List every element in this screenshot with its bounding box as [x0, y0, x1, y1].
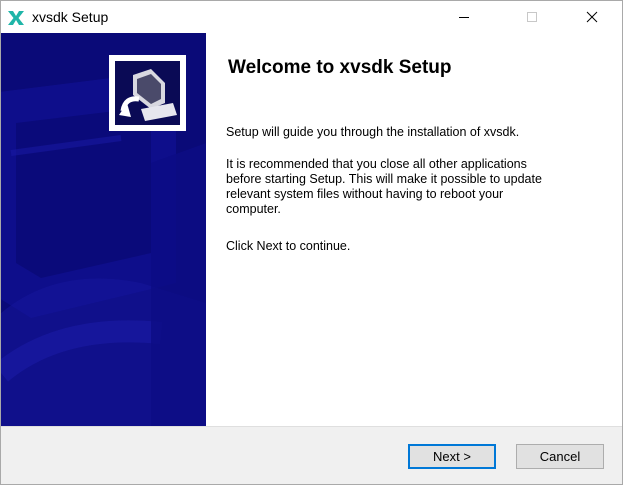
minimize-icon — [459, 17, 469, 18]
setup-window: xvsdk Setup Welcome to xvsdk Setup Setup… — [0, 0, 623, 485]
recommendation-text: It is recommended that you close all oth… — [226, 157, 542, 216]
continue-instruction: Click Next to continue. — [226, 239, 351, 253]
intro-text: Setup will guide you through the install… — [226, 125, 520, 139]
welcome-banner — [1, 33, 206, 426]
button-bar: Next > Cancel — [1, 426, 622, 484]
maximize-button — [509, 1, 555, 33]
title-bar[interactable]: xvsdk Setup — [1, 1, 622, 33]
minimize-button[interactable] — [441, 1, 487, 33]
installer-computer-icon — [109, 55, 186, 131]
banner-artwork — [1, 33, 206, 426]
cancel-button[interactable]: Cancel — [516, 444, 604, 469]
next-button[interactable]: Next > — [408, 444, 496, 469]
xvsdk-logo-icon — [8, 11, 24, 25]
close-button[interactable] — [569, 1, 615, 33]
window-title: xvsdk Setup — [32, 9, 109, 25]
close-icon — [586, 11, 598, 23]
page-title: Welcome to xvsdk Setup — [228, 57, 452, 78]
welcome-content: Welcome to xvsdk Setup Setup will guide … — [206, 33, 622, 426]
maximize-icon — [527, 12, 537, 22]
